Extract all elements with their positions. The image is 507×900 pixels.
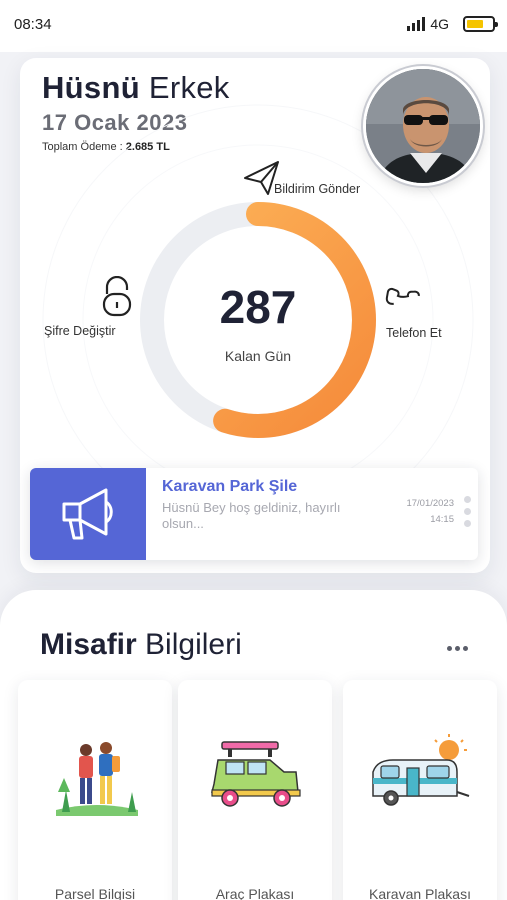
network-type: 4G bbox=[430, 16, 449, 32]
tile-label: Parsel Bilgisi bbox=[54, 886, 136, 900]
caravan-icon bbox=[372, 734, 470, 806]
signal-icon bbox=[407, 17, 425, 31]
tile-car-plate[interactable]: Araç Plakası bbox=[178, 680, 332, 900]
battery-icon bbox=[463, 16, 498, 32]
send-notification-label: Bildirim Gönder bbox=[274, 182, 361, 196]
section-title: Misafir Bilgileri bbox=[40, 628, 242, 662]
call-label: Telefon Et bbox=[386, 326, 442, 340]
notification-date: 17/01/2023 bbox=[406, 498, 454, 509]
notification-thumb bbox=[30, 468, 146, 560]
section-title-bold: Misafir bbox=[40, 628, 137, 661]
phone-icon bbox=[385, 287, 420, 305]
change-password-label: Şifre Değiştir bbox=[44, 324, 116, 338]
section-title-regular: Bilgileri bbox=[145, 628, 242, 661]
notification-time: 14:15 bbox=[430, 514, 454, 525]
notification-title: Karavan Park Şile bbox=[162, 478, 298, 495]
profile-card: Hüsnü Erkek 17 Ocak 2023 Toplam Ödeme : … bbox=[20, 58, 490, 573]
hikers-icon bbox=[56, 742, 138, 816]
status-time: 08:34 bbox=[14, 16, 52, 33]
status-bar: 08:34 4G bbox=[0, 0, 507, 52]
change-password-action[interactable]: Şifre Değiştir bbox=[28, 276, 132, 340]
notification-card[interactable]: Karavan Park Şile Hüsnü Bey hoş geldiniz… bbox=[30, 468, 478, 560]
countdown-label: Kalan Gün bbox=[224, 348, 292, 364]
send-notification-action[interactable]: Bildirim Gönder bbox=[242, 158, 382, 200]
tile-label: Araç Plakası bbox=[215, 886, 295, 900]
megaphone-icon bbox=[62, 488, 113, 540]
countdown-value: 287 bbox=[219, 281, 297, 333]
notification-more-icon[interactable] bbox=[464, 496, 471, 527]
lock-icon bbox=[102, 276, 132, 317]
avatar[interactable] bbox=[363, 66, 483, 186]
notification-message: Hüsnü Bey hoş geldiniz, hayırlı olsun... bbox=[162, 500, 341, 531]
tile-label: Karavan Plakası bbox=[369, 886, 471, 900]
tile-parcel-info[interactable]: Parsel Bilgisi bbox=[18, 680, 172, 900]
section-more-icon[interactable] bbox=[447, 646, 468, 651]
car-icon bbox=[211, 741, 301, 807]
call-action[interactable]: Telefon Et bbox=[378, 278, 478, 342]
tile-caravan-plate[interactable]: Karavan Plakası bbox=[343, 680, 497, 900]
